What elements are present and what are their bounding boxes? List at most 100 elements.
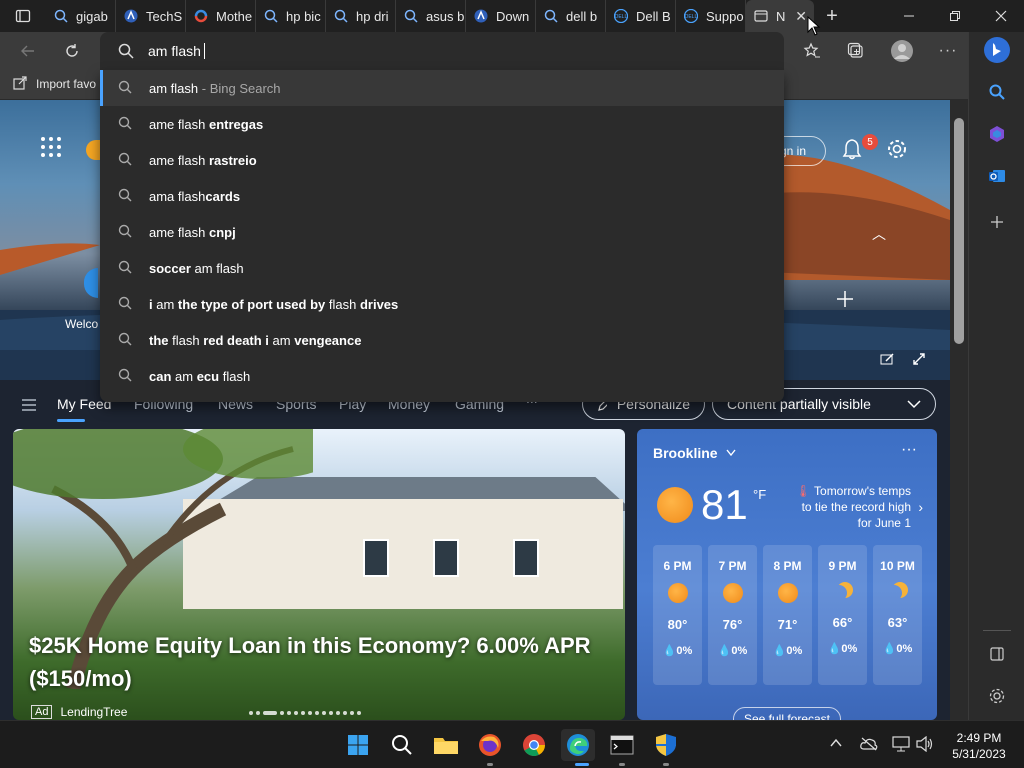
cloud-sync-button[interactable] xyxy=(860,737,878,756)
carousel-dot[interactable] xyxy=(280,711,284,715)
ad-source[interactable]: LendingTree xyxy=(60,705,127,719)
carousel-dot[interactable] xyxy=(301,711,305,715)
tab-5[interactable]: asus b xyxy=(396,0,466,32)
search-icon xyxy=(118,368,149,385)
volume-button[interactable] xyxy=(916,735,934,757)
suggestion-item[interactable]: am flash - Bing Search xyxy=(100,70,784,106)
hourly-forecast-item[interactable]: 6 PM 80° 💧0% xyxy=(653,545,702,685)
clock[interactable]: 2:49 PM 5/31/2023 xyxy=(944,730,1014,762)
hourly-forecast-item[interactable]: 10 PM 63° 💧0% xyxy=(873,545,922,685)
maximize-button[interactable] xyxy=(932,0,978,32)
tab-0[interactable]: gigab xyxy=(46,0,116,32)
active-indicator xyxy=(575,763,589,766)
weather-location-dropdown[interactable]: Brookline xyxy=(653,445,736,461)
close-window-button[interactable] xyxy=(978,0,1024,32)
suggestion-item[interactable]: ame flash rastreio xyxy=(100,142,784,178)
carousel-dot[interactable] xyxy=(263,711,277,715)
featured-ad-card[interactable]: $25K Home Equity Loan in this Economy? 6… xyxy=(13,429,625,720)
suggestion-item[interactable]: the flash red death i am vengeance xyxy=(100,322,784,358)
suggestion-item[interactable]: ame flash cnpj xyxy=(100,214,784,250)
more-horizontal-icon: ··· xyxy=(938,42,958,59)
import-favorites-button[interactable]: Import favo xyxy=(12,76,96,92)
hide-sidebar-button[interactable] xyxy=(983,640,1011,668)
terminal-button[interactable] xyxy=(605,729,639,761)
favorites-button[interactable] xyxy=(798,38,826,64)
carousel-dot[interactable] xyxy=(287,711,291,715)
add-quicklink-button[interactable] xyxy=(836,290,854,313)
edit-background-button[interactable] xyxy=(880,352,894,371)
hourly-forecast-item[interactable]: 9 PM 66° 💧0% xyxy=(818,545,867,685)
network-button[interactable] xyxy=(892,736,910,757)
hourly-forecast-item[interactable]: 7 PM 76° 💧0% xyxy=(708,545,757,685)
tab-10[interactable]: N ✕ xyxy=(746,0,814,32)
expand-button[interactable] xyxy=(912,352,926,371)
profile-button[interactable] xyxy=(888,38,916,64)
carousel-dot[interactable] xyxy=(315,711,319,715)
weather-more-button[interactable]: ··· xyxy=(901,441,917,459)
carousel-dot[interactable] xyxy=(308,711,312,715)
carousel-dot[interactable] xyxy=(249,711,253,715)
tab-1[interactable]: TechS xyxy=(116,0,186,32)
card-title[interactable]: $25K Home Equity Loan in this Economy? 6… xyxy=(29,629,619,695)
carousel-dot[interactable] xyxy=(336,711,340,715)
carousel-dot[interactable] xyxy=(329,711,333,715)
suggestion-item[interactable]: soccer am flash xyxy=(100,250,784,286)
search-icon xyxy=(118,332,149,349)
security-button[interactable] xyxy=(649,729,683,761)
carousel-dot[interactable] xyxy=(350,711,354,715)
tab-6[interactable]: Down xyxy=(466,0,536,32)
file-explorer-button[interactable] xyxy=(429,729,463,761)
carousel-dot[interactable] xyxy=(294,711,298,715)
taskbar-search-button[interactable] xyxy=(385,729,419,761)
collapse-chevron-icon[interactable]: ︿ xyxy=(872,224,886,244)
show-hidden-icons-button[interactable] xyxy=(830,735,842,753)
address-bar[interactable]: am flash xyxy=(100,32,784,70)
suggestion-item[interactable]: ama flashcards xyxy=(100,178,784,214)
page-scrollbar-thumb[interactable] xyxy=(954,118,964,344)
tab-8[interactable]: DELL Dell B xyxy=(606,0,676,32)
hourly-forecast-item[interactable]: 8 PM 71° 💧0% xyxy=(763,545,812,685)
sidebar-search-button[interactable] xyxy=(983,78,1011,106)
collections-button[interactable] xyxy=(842,38,870,64)
motherboard-site-icon xyxy=(194,9,208,23)
minimize-button[interactable] xyxy=(886,0,932,32)
sidebar-outlook-button[interactable] xyxy=(983,162,1011,190)
tab-3[interactable]: hp bic xyxy=(256,0,326,32)
bing-chat-button[interactable] xyxy=(983,36,1011,64)
suggestion-item[interactable]: ame flash entregas xyxy=(100,106,784,142)
feed-menu-button[interactable] xyxy=(22,398,36,416)
tab-actions-button[interactable] xyxy=(0,0,46,32)
edge-button[interactable] xyxy=(561,729,595,761)
tab-2[interactable]: Mothe xyxy=(186,0,256,32)
start-button[interactable] xyxy=(341,729,375,761)
settings-more-button[interactable]: ··· xyxy=(934,38,962,64)
page-settings-button[interactable] xyxy=(886,138,908,165)
firefox-button[interactable] xyxy=(473,729,507,761)
carousel-dot[interactable] xyxy=(343,711,347,715)
apps-launcher-button[interactable] xyxy=(40,136,62,163)
tab-4[interactable]: hp dri xyxy=(326,0,396,32)
sidebar-settings-button[interactable] xyxy=(983,682,1011,710)
suggestion-item[interactable]: i am the type of port used by flash driv… xyxy=(100,286,784,322)
carousel-dot[interactable] xyxy=(357,711,361,715)
clock-time: 2:49 PM xyxy=(956,731,1002,745)
sidebar-add-button[interactable] xyxy=(983,208,1011,236)
carousel-dot[interactable] xyxy=(256,711,260,715)
back-button[interactable] xyxy=(14,38,42,64)
refresh-button[interactable] xyxy=(58,38,86,64)
running-indicator xyxy=(487,763,493,766)
weather-card[interactable]: Brookline ··· 81 °F 🌡 Tomorrow's temps t… xyxy=(637,429,937,720)
chevron-right-icon[interactable]: › xyxy=(918,499,923,515)
tab-7[interactable]: dell b xyxy=(536,0,606,32)
chrome-button[interactable] xyxy=(517,729,551,761)
suggestion-item[interactable]: can am ecu flash xyxy=(100,358,784,394)
close-tab-button[interactable]: ✕ xyxy=(795,8,807,25)
notifications-button[interactable] xyxy=(842,138,862,165)
tab-9[interactable]: DELL Suppo xyxy=(676,0,746,32)
carousel-dot[interactable] xyxy=(322,711,326,715)
sidebar-office-button[interactable] xyxy=(983,120,1011,148)
temperature-unit[interactable]: °F xyxy=(753,487,766,502)
weather-alert[interactable]: 🌡 Tomorrow's temps to tie the record hig… xyxy=(787,483,911,531)
full-forecast-button[interactable]: See full forecast xyxy=(733,707,841,720)
address-input[interactable]: am flash xyxy=(148,43,201,59)
